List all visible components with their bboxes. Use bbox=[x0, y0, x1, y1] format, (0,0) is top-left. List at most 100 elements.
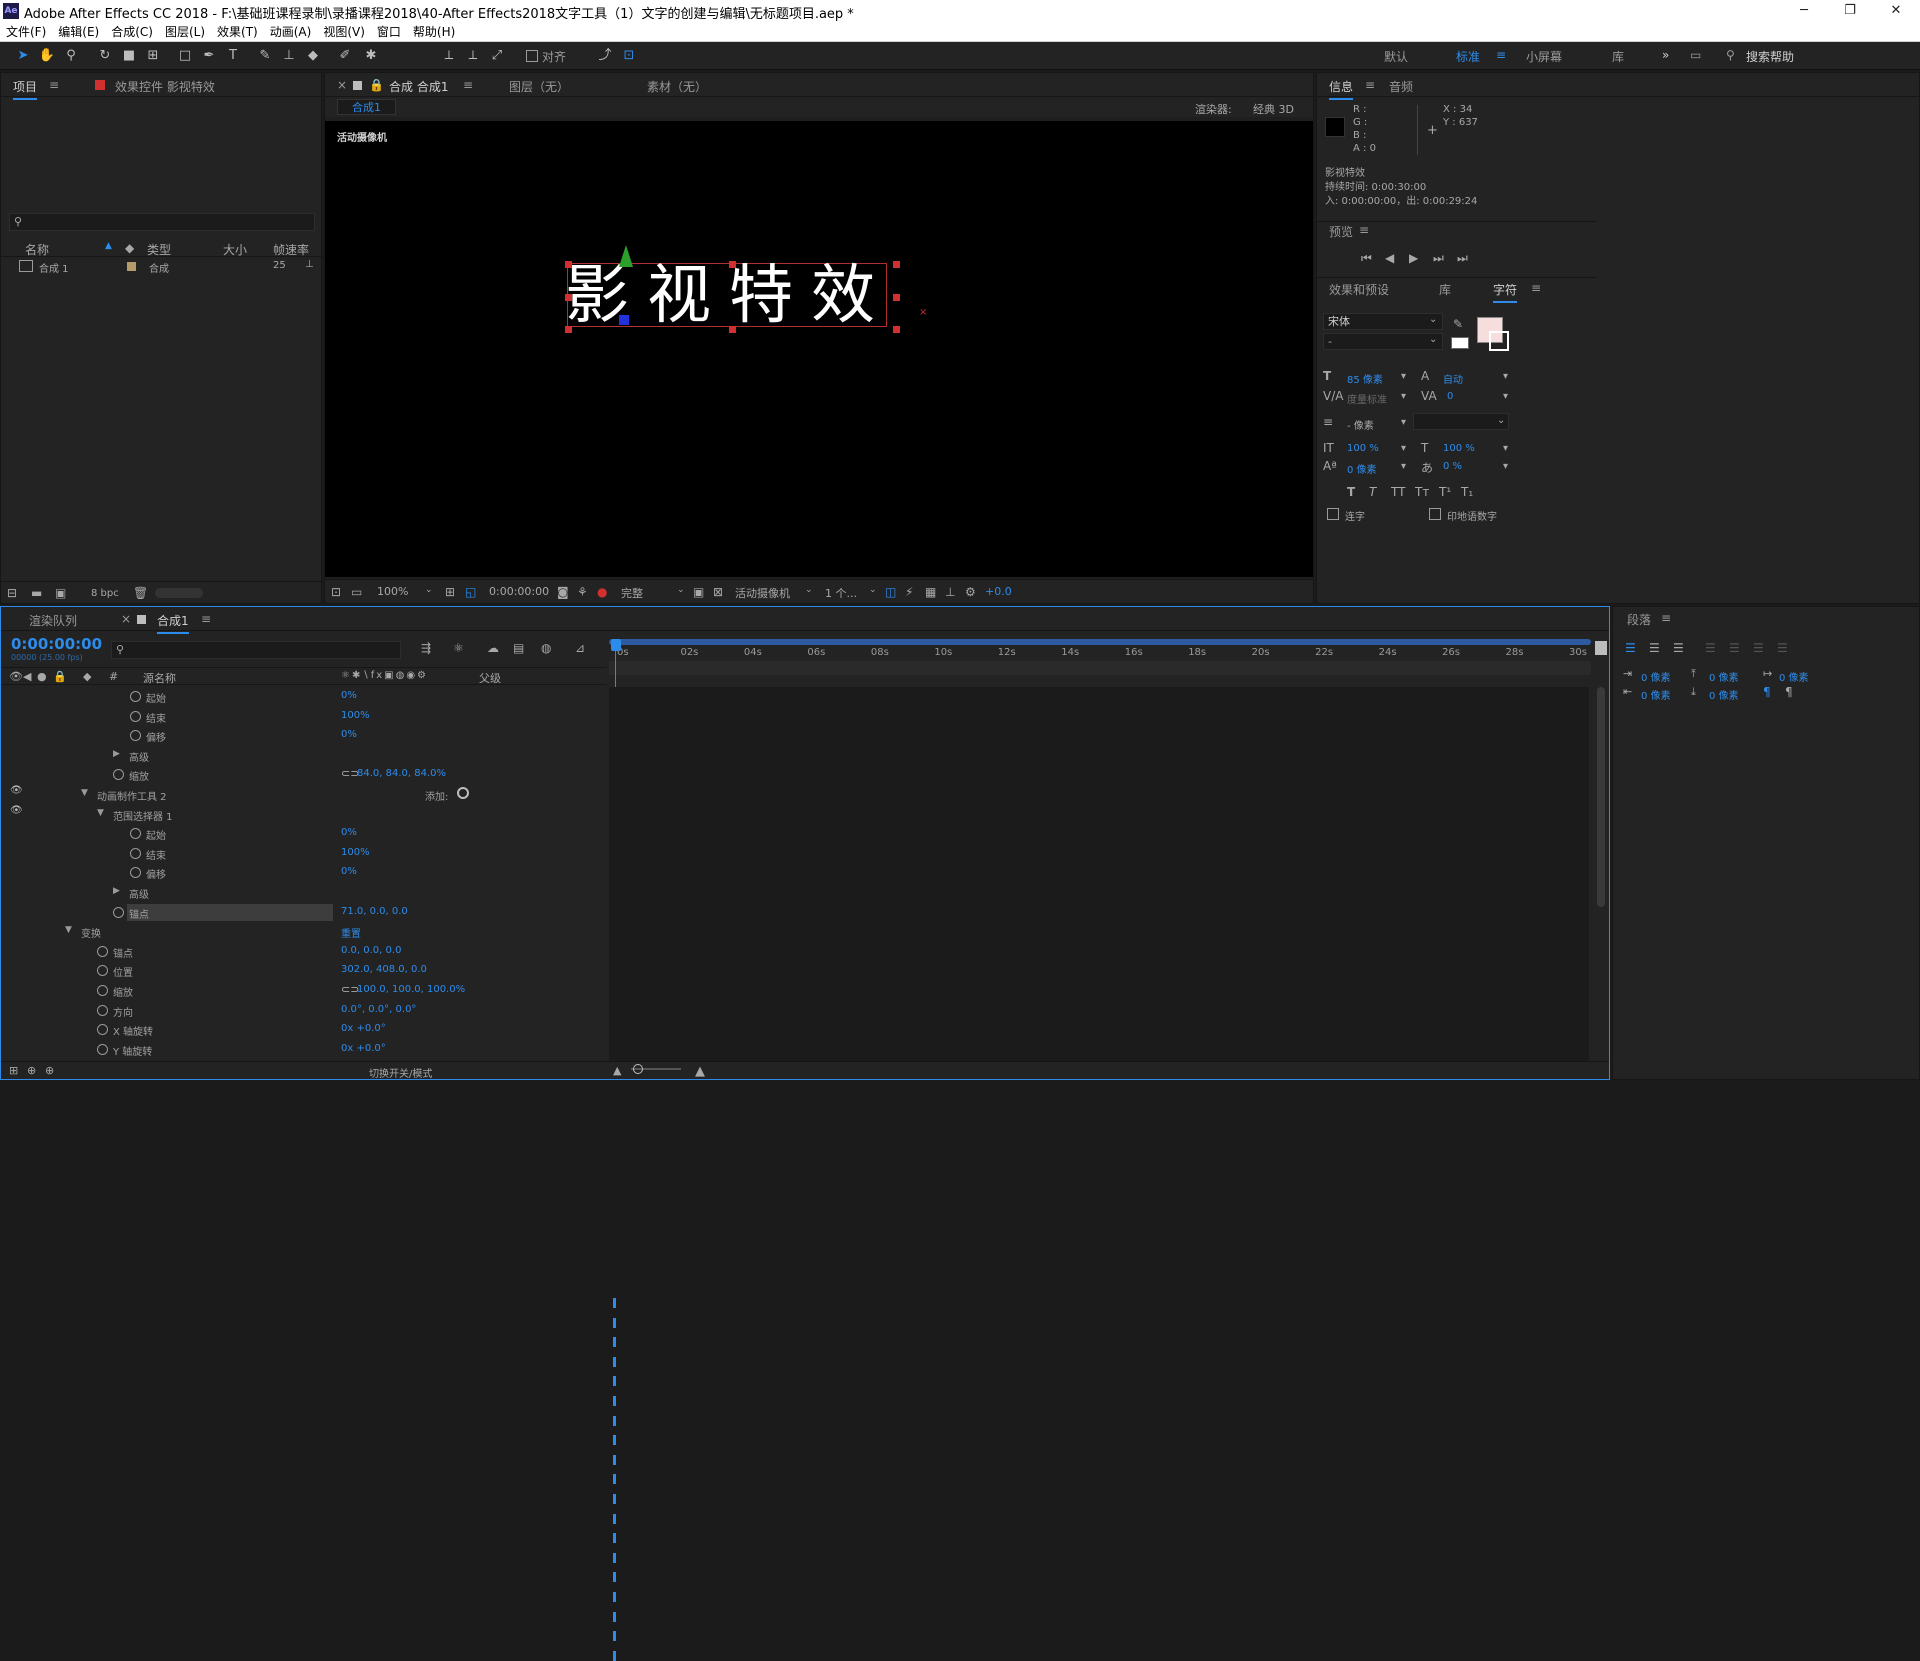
bit-depth-label[interactable]: 8 bpc bbox=[91, 588, 119, 599]
motion-blur-icon[interactable]: ◍ bbox=[541, 641, 551, 655]
keyframe-marker[interactable] bbox=[613, 1376, 616, 1387]
menu-window[interactable]: 窗口 bbox=[371, 22, 407, 42]
tracking-value[interactable]: 0 bbox=[1447, 391, 1453, 402]
workspace-default[interactable]: 默认 bbox=[1384, 48, 1408, 65]
handle-middle-left[interactable] bbox=[565, 294, 572, 301]
close-icon[interactable]: ✕ bbox=[1873, 0, 1919, 22]
expand-layer-icon[interactable]: ⊞ bbox=[9, 1064, 18, 1077]
lock-icon[interactable]: 🔒 bbox=[369, 78, 384, 92]
stopwatch-icon[interactable] bbox=[130, 847, 141, 859]
zoom-slider-handle[interactable] bbox=[633, 1064, 643, 1074]
stroke-type-select[interactable] bbox=[1413, 413, 1509, 430]
close-comp-tab-icon[interactable]: × bbox=[337, 78, 347, 92]
flowchart-icon[interactable]: ⊥ bbox=[305, 259, 314, 270]
pan-behind-tool-icon[interactable]: ⊞ bbox=[144, 47, 162, 65]
renderer-value[interactable]: 经典 3D bbox=[1253, 101, 1294, 117]
paragraph-menu-icon[interactable]: ≡ bbox=[1661, 611, 1671, 625]
z-axis-gizmo-icon[interactable] bbox=[619, 315, 629, 325]
transparency-grid-icon[interactable]: ⊠ bbox=[713, 585, 723, 599]
timeline-property-row[interactable]: 缩放 ⊂⊃ 84.0, 84.0, 84.0% bbox=[1, 765, 607, 785]
current-time-display[interactable]: 0:00:00:00 bbox=[489, 585, 549, 598]
close-timeline-tab-icon[interactable]: × bbox=[121, 612, 131, 626]
playhead-handle[interactable] bbox=[611, 639, 621, 651]
breadcrumb[interactable]: 合成1 bbox=[337, 99, 396, 115]
hscale-dropdown-icon[interactable]: ▾ bbox=[1503, 443, 1508, 454]
property-value[interactable]: 0% bbox=[341, 690, 357, 701]
column-framerate[interactable]: 帧速率 bbox=[273, 241, 309, 258]
roto-brush-tool-icon[interactable]: ✐ bbox=[336, 47, 354, 65]
timeline-property-row[interactable]: 位置 302.0, 408.0, 0.0 bbox=[1, 961, 607, 981]
tab-project[interactable]: 项目 bbox=[13, 78, 38, 100]
info-tab-menu-icon[interactable]: ≡ bbox=[1365, 78, 1375, 92]
expand-triangle-icon[interactable]: ▼ bbox=[97, 808, 104, 818]
keyframe-marker[interactable] bbox=[613, 1592, 616, 1602]
timeline-property-row[interactable]: ▼ 变换 重置 bbox=[1, 922, 607, 942]
minimize-icon[interactable]: ─ bbox=[1781, 0, 1827, 22]
horizontal-scale-value[interactable]: 100 % bbox=[1443, 443, 1475, 454]
fast-previews-icon[interactable]: ⚡ bbox=[905, 585, 913, 599]
handle-top-left[interactable] bbox=[565, 261, 572, 268]
stroke-dropdown-icon[interactable]: ▾ bbox=[1401, 417, 1406, 428]
timeline-property-row[interactable]: 👁 ▼ 范围选择器 1 bbox=[1, 805, 607, 825]
character-menu-icon[interactable]: ≡ bbox=[1531, 281, 1541, 295]
keyframe-marker[interactable] bbox=[613, 1474, 616, 1485]
timeline-property-row[interactable]: X 轴旋转 0x +0.0° bbox=[1, 1020, 607, 1040]
tab-effect-controls[interactable]: 效果控件 影视特效 bbox=[115, 78, 215, 95]
indent-left-value[interactable]: 0 像素 bbox=[1641, 669, 1671, 684]
selection-tool-icon[interactable]: ➤ bbox=[14, 47, 32, 65]
subscript-icon[interactable]: T₁ bbox=[1461, 485, 1473, 499]
project-item-row[interactable]: 合成 1 合成 25 ⊥ bbox=[1, 259, 323, 275]
align-checkbox[interactable] bbox=[526, 50, 538, 62]
reset-exposure-icon[interactable]: ⚙ bbox=[965, 585, 976, 599]
keyframe-marker[interactable] bbox=[613, 1650, 616, 1661]
font-size-value[interactable]: 85 像素 bbox=[1347, 371, 1383, 386]
monitor-icon[interactable]: ▭ bbox=[351, 585, 362, 599]
indent-first-value[interactable]: 0 像素 bbox=[1779, 669, 1809, 684]
local-axis-icon[interactable]: ⟂ bbox=[440, 47, 458, 65]
menu-help[interactable]: 帮助(H) bbox=[407, 22, 461, 42]
play-icon[interactable]: ▶ bbox=[1409, 251, 1418, 265]
snap-options-icon[interactable]: ⊡ bbox=[620, 47, 638, 65]
keyframe-marker[interactable] bbox=[613, 1337, 616, 1348]
stopwatch-icon[interactable] bbox=[97, 1024, 108, 1036]
menu-layer[interactable]: 图层(L) bbox=[159, 22, 211, 42]
stopwatch-icon[interactable] bbox=[130, 730, 141, 742]
timeline-tab-menu-icon[interactable]: ≡ bbox=[201, 612, 211, 626]
snap-icon[interactable]: ⤴ bbox=[596, 47, 614, 65]
column-size[interactable]: 大小 bbox=[223, 241, 247, 258]
vscale-dropdown-icon[interactable]: ▾ bbox=[1401, 443, 1406, 454]
show-snapshot-icon[interactable]: ⚘ bbox=[577, 585, 588, 599]
leading-value[interactable]: 自动 bbox=[1443, 371, 1463, 386]
zoom-out-icon[interactable]: ▲ bbox=[613, 1064, 621, 1077]
tab-render-queue[interactable]: 渲染队列 bbox=[29, 612, 77, 629]
align-left-icon[interactable]: ☰ bbox=[1625, 641, 1636, 655]
keyframe-marker[interactable] bbox=[613, 1454, 616, 1465]
keyframe-marker[interactable] bbox=[613, 1631, 616, 1642]
timeline-property-row[interactable]: 锚点 71.0, 0.0, 0.0 bbox=[1, 903, 607, 923]
size-dropdown-icon[interactable]: ▾ bbox=[1401, 371, 1406, 382]
rtl-direction-icon[interactable]: ¶ bbox=[1785, 685, 1793, 699]
stopwatch-icon[interactable] bbox=[130, 867, 141, 879]
work-area-bar[interactable] bbox=[609, 639, 1591, 645]
menu-file[interactable]: 文件(F) bbox=[0, 22, 52, 42]
x-axis-gizmo-icon[interactable]: × bbox=[919, 307, 927, 318]
zoom-in-icon[interactable]: ▲ bbox=[695, 1064, 705, 1079]
time-navigator-bar[interactable] bbox=[609, 661, 1591, 675]
keyframe-marker[interactable] bbox=[613, 1317, 616, 1328]
keyframe-marker[interactable] bbox=[613, 1435, 616, 1446]
expand-triangle-icon[interactable]: ▼ bbox=[65, 925, 72, 935]
view-select[interactable]: 活动摄像机 bbox=[735, 585, 790, 601]
keyframe-marker[interactable] bbox=[613, 1298, 616, 1308]
new-composition-icon[interactable]: ▣ bbox=[55, 586, 66, 600]
delete-icon[interactable]: 🗑 bbox=[133, 586, 148, 600]
timeline-search-input[interactable]: ⚲ bbox=[111, 641, 401, 659]
column-name[interactable]: 名称 bbox=[25, 241, 49, 258]
handle-top-right[interactable] bbox=[893, 261, 900, 268]
rectangle-tool-icon[interactable]: □ bbox=[176, 47, 194, 65]
preview-menu-icon[interactable]: ≡ bbox=[1359, 223, 1369, 237]
project-search-input[interactable]: ⚲ bbox=[9, 213, 315, 231]
stopwatch-icon[interactable] bbox=[97, 1004, 108, 1016]
keyframe-marker[interactable] bbox=[613, 1356, 616, 1367]
menu-composition[interactable]: 合成(C) bbox=[105, 22, 159, 42]
camera-tool-icon[interactable]: ■ bbox=[120, 47, 138, 65]
